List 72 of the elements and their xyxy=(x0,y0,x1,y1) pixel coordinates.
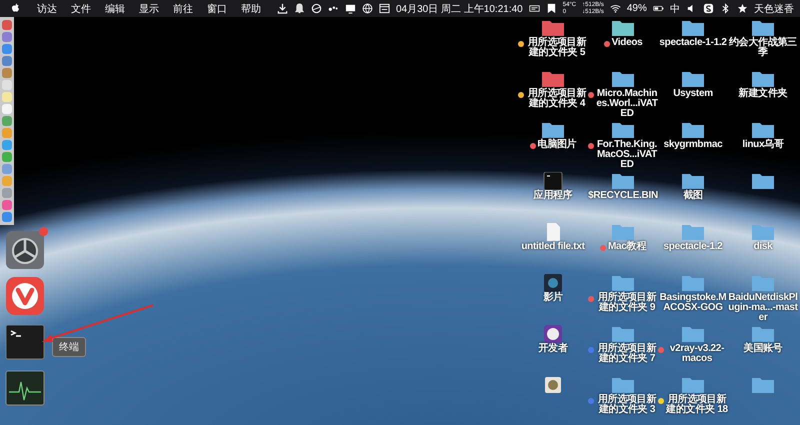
card-icon[interactable] xyxy=(528,3,540,14)
menu-item[interactable]: 帮助 xyxy=(241,2,261,16)
star-icon[interactable] xyxy=(736,3,748,14)
item-label[interactable]: 开发者 xyxy=(538,344,568,354)
folder-icon[interactable] xyxy=(611,19,635,37)
folder-icon[interactable] xyxy=(751,172,775,190)
menu-item[interactable]: 前往 xyxy=(173,2,193,16)
folder-icon[interactable] xyxy=(681,172,705,190)
item-label[interactable]: For.The.King.MacOS...iVATED xyxy=(596,140,658,170)
folder-icon[interactable] xyxy=(541,70,565,88)
item-label[interactable]: Videos xyxy=(612,38,642,48)
item-label[interactable]: 美国账号 xyxy=(744,344,782,354)
menu-item[interactable]: 编辑 xyxy=(105,2,125,16)
item-label[interactable]: 新建文件夹 xyxy=(738,89,788,99)
date-time[interactable]: 04月30日 周二 上午10:21:40 xyxy=(396,2,523,16)
item-label[interactable]: $RECYCLE.BIN xyxy=(588,191,658,201)
input-method[interactable]: 中 xyxy=(670,2,680,16)
menu-item[interactable]: 文件 xyxy=(71,2,91,16)
battery-icon[interactable] xyxy=(652,3,664,14)
folder-icon[interactable] xyxy=(541,19,565,37)
folder-icon[interactable] xyxy=(681,121,705,139)
folder-icon[interactable] xyxy=(611,121,635,139)
terminal-icon[interactable] xyxy=(5,322,45,362)
item-label[interactable]: 用所选项目新建的文件夹 9 xyxy=(596,293,658,313)
s-logo-icon[interactable] xyxy=(702,3,714,14)
circle-icon[interactable] xyxy=(311,3,322,14)
menu-item[interactable]: 访达 xyxy=(37,2,57,16)
item-label[interactable]: 用所选项目新建的文件夹 18 xyxy=(666,395,728,415)
item-label[interactable]: 用所选项目新建的文件夹 5 xyxy=(526,38,588,58)
item-label[interactable]: 截图 xyxy=(683,191,703,201)
item-label[interactable]: 电脑图片 xyxy=(538,140,576,150)
developer-icon[interactable] xyxy=(541,325,565,343)
item-label[interactable]: v2ray-v3.22-macos xyxy=(666,344,728,364)
bluetooth-icon[interactable] xyxy=(720,3,731,14)
globe-icon[interactable] xyxy=(362,3,373,14)
activity-monitor-icon[interactable] xyxy=(5,368,45,408)
item-label[interactable]: 用所选项目新建的文件夹 4 xyxy=(526,89,588,109)
bookmark-icon[interactable] xyxy=(546,3,557,14)
apple-icon[interactable] xyxy=(10,3,21,14)
item-label[interactable]: spectacle-1-1.2 xyxy=(659,38,727,48)
calendar-icon[interactable] xyxy=(379,3,390,14)
display-icon[interactable] xyxy=(345,3,356,14)
folder-icon[interactable] xyxy=(681,19,705,37)
download-icon[interactable] xyxy=(277,3,288,14)
item-label[interactable]: BaiduNetdiskPlugin-ma...-master xyxy=(728,293,798,323)
item-label[interactable]: 用所选项目新建的文件夹 7 xyxy=(596,344,658,364)
folder-icon[interactable] xyxy=(681,70,705,88)
image-icon[interactable] xyxy=(541,274,565,292)
gear-icon[interactable] xyxy=(5,230,45,270)
battery-percent[interactable]: 49% xyxy=(626,3,647,14)
item-label[interactable]: 影片 xyxy=(543,293,563,303)
terminal-icon[interactable] xyxy=(541,172,565,190)
folder-icon[interactable] xyxy=(541,121,565,139)
tooltip: 终端 xyxy=(52,337,86,357)
bell-icon[interactable] xyxy=(294,3,305,14)
folder-icon[interactable] xyxy=(751,121,775,139)
item-label[interactable]: 约会大作战第三季 xyxy=(728,38,798,58)
folder-icon[interactable] xyxy=(751,70,775,88)
item-label[interactable]: 用所选项目新建的文件夹 3 xyxy=(596,395,658,415)
wifi-icon[interactable] xyxy=(610,3,621,14)
menu-item[interactable]: 显示 xyxy=(139,2,159,16)
item-label[interactable]: Basingstoke.MACOSX-GOG xyxy=(658,293,728,313)
item-label[interactable]: Usystem xyxy=(673,89,713,99)
menu-item[interactable]: 窗口 xyxy=(207,2,227,16)
item-label[interactable]: Micro.Machines.Worl...iVATED xyxy=(596,89,658,119)
folder-icon[interactable] xyxy=(611,172,635,190)
folder-icon[interactable] xyxy=(611,70,635,88)
folder-icon[interactable] xyxy=(751,19,775,37)
item-label[interactable]: linux乌哥 xyxy=(742,140,784,150)
user-name[interactable]: 天色迷香 xyxy=(754,2,794,16)
v-logo-icon[interactable] xyxy=(5,276,45,316)
item-label[interactable]: skygrmbmac xyxy=(664,140,722,150)
